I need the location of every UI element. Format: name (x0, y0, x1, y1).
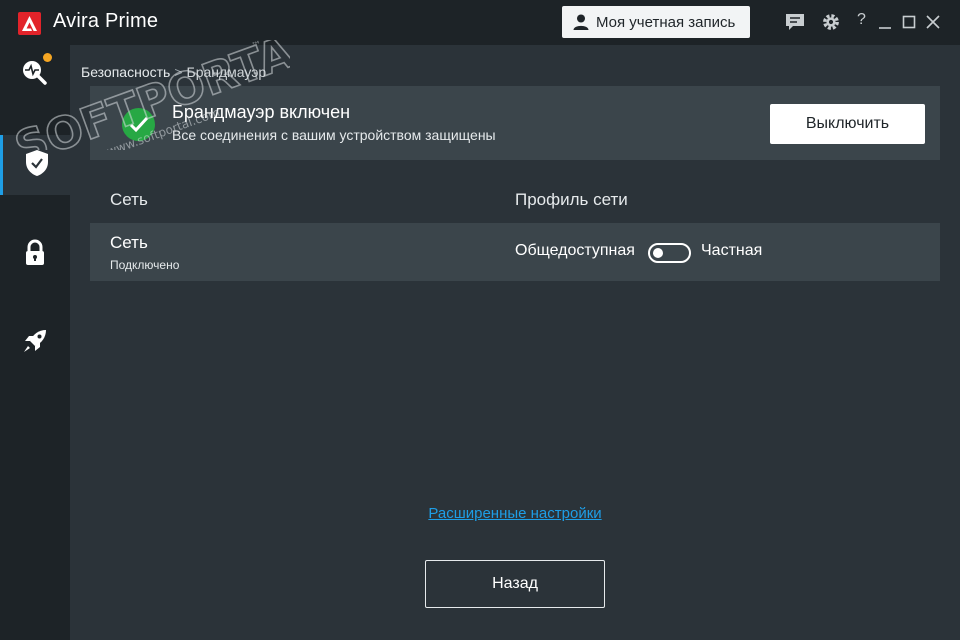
back-button[interactable]: Назад (425, 560, 605, 608)
user-icon (572, 13, 590, 31)
app-title: Avira Prime (53, 10, 159, 32)
shield-icon (25, 149, 49, 182)
help-icon[interactable]: ? (857, 11, 866, 29)
breadcrumb-parent[interactable]: Безопасность (81, 64, 170, 80)
advanced-settings-link[interactable]: Расширенные настройки (0, 505, 960, 522)
title-bar: Avira Prime Моя учетная запись ? (0, 0, 960, 45)
profile-private-label: Частная (701, 242, 763, 259)
avira-logo-icon (18, 12, 41, 35)
maximize-icon[interactable] (899, 12, 919, 32)
check-icon (122, 108, 155, 141)
breadcrumb: Безопасность > Брандмауэр (81, 64, 266, 80)
column-header-network: Сеть (110, 190, 148, 209)
gear-icon[interactable] (821, 12, 841, 32)
close-icon[interactable] (923, 12, 943, 32)
lock-icon (24, 239, 46, 272)
sidebar-item-security[interactable] (0, 135, 70, 195)
sidebar-item-scan[interactable] (0, 45, 70, 105)
my-account-label: Моя учетная запись (596, 13, 736, 31)
toggle-knob (653, 248, 663, 258)
column-header-profile: Профиль сети (515, 190, 628, 209)
feedback-icon[interactable] (785, 12, 805, 32)
rocket-icon (21, 327, 49, 360)
minimize-icon[interactable] (875, 12, 895, 32)
scan-icon (20, 58, 50, 93)
status-subtitle: Все соединения с вашим устройством защищ… (172, 127, 496, 143)
network-state: Подключено (110, 258, 180, 272)
status-title: Брандмауэр включен (172, 102, 351, 122)
my-account-button[interactable]: Моя учетная запись (562, 6, 750, 38)
profile-public-label: Общедоступная (515, 242, 635, 259)
network-name: Сеть (110, 233, 148, 252)
firewall-status-panel: Брандмауэр включен Все соединения с ваши… (90, 86, 940, 160)
sidebar (0, 45, 70, 640)
breadcrumb-separator: > (174, 64, 183, 80)
network-profile-toggle[interactable] (648, 243, 691, 263)
alert-dot (43, 53, 52, 62)
sidebar-item-performance[interactable] (0, 313, 70, 373)
disable-firewall-button[interactable]: Выключить (770, 104, 925, 144)
table-row: Сеть Подключено Общедоступная Частная (90, 223, 940, 281)
breadcrumb-current: Брандмауэр (186, 64, 267, 80)
sidebar-item-privacy[interactable] (0, 225, 70, 285)
